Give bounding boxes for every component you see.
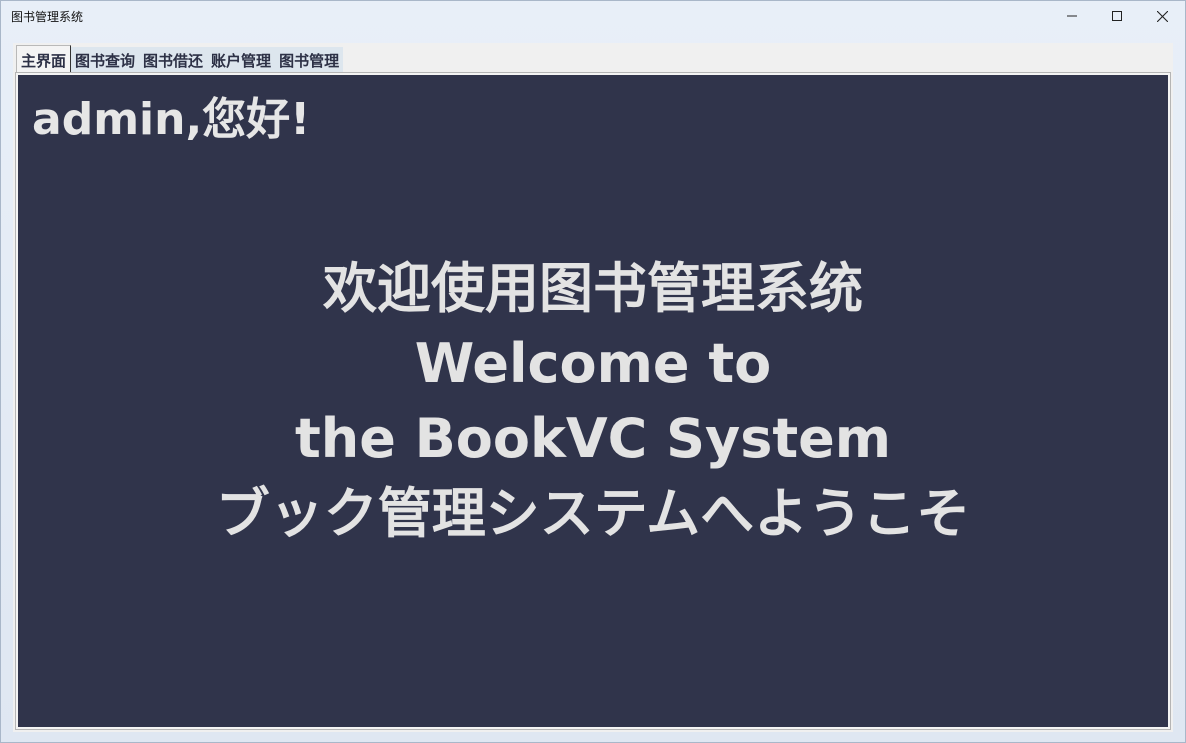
greeting-text: admin,您好!	[32, 94, 311, 145]
maximize-button[interactable]	[1094, 1, 1140, 31]
tab-book-management[interactable]: 图书管理	[275, 47, 344, 74]
minimize-button[interactable]	[1049, 1, 1095, 31]
tab-bar: 主界面 图书查询 图书借还 账户管理 图书管理	[16, 45, 344, 74]
tab-borrow-return[interactable]: 图书借还	[139, 47, 208, 74]
app-window: 图书管理系统 主界面 图书查询 图书借还 账户管理 图书管理 admin,您好!	[0, 0, 1186, 743]
tab-account-management[interactable]: 账户管理	[207, 47, 276, 74]
welcome-line-japanese: ブック管理システムへようこそ	[215, 482, 971, 545]
tab-main[interactable]: 主界面	[16, 45, 72, 74]
window-title: 图书管理系统	[11, 10, 84, 24]
welcome-line-chinese: 欢迎使用图书管理系统	[323, 257, 863, 320]
welcome-line-english-2: the BookVC System	[294, 407, 892, 470]
close-icon	[1156, 10, 1168, 22]
main-panel: admin,您好! 欢迎使用图书管理系统 Welcome to the Book…	[15, 72, 1171, 730]
welcome-message: 欢迎使用图书管理系统 Welcome to the BookVC System …	[18, 251, 1168, 551]
title-bar[interactable]: 图书管理系统	[1, 1, 1185, 31]
tab-book-search[interactable]: 图书查询	[71, 47, 140, 74]
welcome-line-english-1: Welcome to	[414, 332, 772, 395]
client-area: 主界面 图书查询 图书借还 账户管理 图书管理 admin,您好! 欢迎使用图书…	[13, 43, 1173, 732]
maximize-icon	[1112, 11, 1122, 21]
close-button[interactable]	[1139, 1, 1185, 31]
minimize-icon	[1067, 11, 1077, 21]
